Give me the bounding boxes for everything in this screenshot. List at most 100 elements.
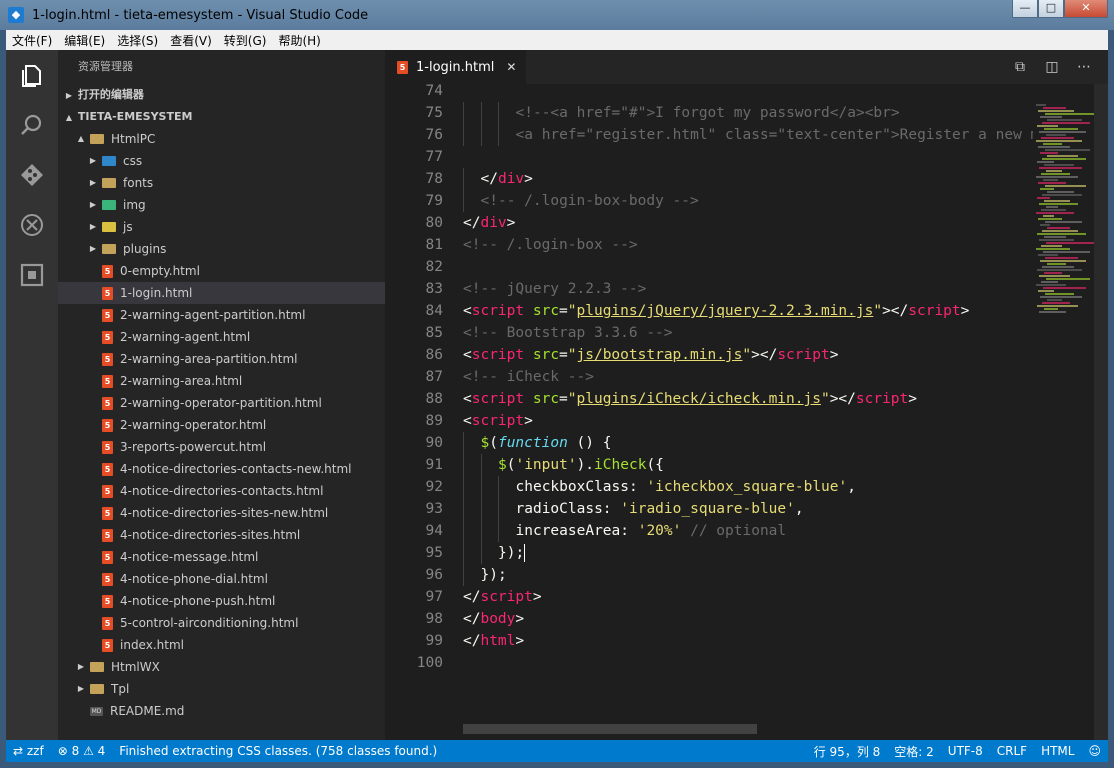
folder-item[interactable]: ▶ fonts	[58, 172, 385, 194]
code-token: body	[480, 611, 516, 627]
menu-selection[interactable]: 选择(S)	[111, 32, 164, 49]
minimap-line	[1043, 287, 1086, 289]
tree-item-label: 4-notice-phone-dial.html	[120, 572, 268, 586]
file-item[interactable]: 5 4-notice-directories-contacts.html	[58, 480, 385, 502]
indentation-item[interactable]: 空格: 2	[887, 743, 941, 760]
eol-item[interactable]: CRLF	[990, 744, 1034, 758]
extensions-icon[interactable]	[6, 250, 58, 300]
code-editor[interactable]: 74 75 <!--<a href="#">I forgot my password…	[385, 84, 1033, 740]
code-token: js/bootstrap.min.js	[576, 347, 743, 363]
folder-item[interactable]: ▶ Tpl	[58, 678, 385, 700]
chevron-right-icon: ▶	[89, 178, 97, 187]
minimap-line	[1037, 125, 1058, 127]
menu-help[interactable]: 帮助(H)	[272, 32, 326, 49]
code-line: 91 $('input').iCheck({	[385, 454, 1033, 476]
indent-guide	[480, 542, 482, 564]
folder-item[interactable]: ▶ plugins	[58, 238, 385, 260]
code-token: "	[567, 347, 577, 363]
file-item[interactable]: 5 4-notice-directories-sites.html	[58, 524, 385, 546]
minimap-line	[1044, 164, 1074, 166]
cursor-position[interactable]: 行 95，列 8	[807, 743, 888, 760]
code-text: <!-- iCheck -->	[463, 366, 594, 388]
file-item[interactable]: 5 4-notice-phone-dial.html	[58, 568, 385, 590]
split-editor-icon[interactable]: ◫	[1036, 59, 1068, 75]
file-item[interactable]: 5 4-notice-message.html	[58, 546, 385, 568]
code-token: =	[559, 303, 568, 319]
horizontal-scrollbar[interactable]	[463, 724, 757, 734]
code-line: 78 </div>	[385, 168, 1033, 190]
code-token: <!-- /.login-box-body -->	[480, 193, 699, 209]
file-item[interactable]: 5 2-warning-operator-partition.html	[58, 392, 385, 414]
code-text: $(function () {	[481, 432, 612, 454]
code-token: >	[524, 171, 533, 187]
open-changes-icon[interactable]: ⧉	[1004, 59, 1036, 75]
file-item[interactable]: 5 4-notice-phone-push.html	[58, 590, 385, 612]
git-branch-item[interactable]: ⇄ zzf	[6, 744, 51, 758]
html5-icon: 5	[102, 462, 113, 476]
folder-item[interactable]: ▲ HtmlPC	[58, 128, 385, 150]
file-tree: ▲ HtmlPC ▶ css ▶ fonts ▶ img ▶ js ▶ plugins 5 0-empty…	[58, 128, 385, 722]
file-item[interactable]: MD README.md	[58, 700, 385, 722]
menu-view[interactable]: 查看(V)	[164, 32, 218, 49]
folder-item[interactable]: ▶ js	[58, 216, 385, 238]
code-token: "	[873, 303, 883, 319]
code-text: <script src="plugins/jQuery/jquery-2.2.3…	[463, 300, 969, 322]
code-token: <!--<a href="#">I forgot my password</a>…	[515, 105, 900, 121]
more-actions-icon[interactable]: ⋯	[1068, 59, 1100, 75]
folder-icon	[90, 134, 104, 144]
line-number: 89	[425, 413, 443, 429]
minimap-line	[1039, 167, 1082, 169]
file-item[interactable]: 5 4-notice-directories-sites-new.html	[58, 502, 385, 524]
search-icon[interactable]	[6, 100, 58, 150]
close-tab-icon[interactable]: ✕	[506, 60, 516, 74]
code-text: <a href="register.html" class="text-cent…	[516, 124, 1034, 146]
file-item[interactable]: 5 1-login.html	[58, 282, 385, 304]
menu-go[interactable]: 转到(G)	[218, 32, 273, 49]
vertical-scrollbar[interactable]	[1094, 84, 1108, 740]
file-item[interactable]: 5 index.html	[58, 634, 385, 656]
chevron-right-icon: ▶	[65, 91, 73, 100]
file-item[interactable]: 5 4-notice-directories-contacts-new.html	[58, 458, 385, 480]
maximize-button[interactable]: □	[1038, 0, 1064, 18]
file-item[interactable]: 5 2-warning-operator.html	[58, 414, 385, 436]
html5-icon: 5	[102, 396, 113, 410]
language-mode-item[interactable]: HTML	[1034, 744, 1081, 758]
menu-edit[interactable]: 编辑(E)	[58, 32, 111, 49]
file-item[interactable]: 5 5-control-airconditioning.html	[58, 612, 385, 634]
tab-1-login-html[interactable]: 5 1-login.html ✕	[385, 50, 527, 84]
minimize-button[interactable]: —	[1012, 0, 1038, 18]
folder-item[interactable]: ▶ img	[58, 194, 385, 216]
menu-file[interactable]: 文件(F)	[6, 32, 58, 49]
file-item[interactable]: 5 3-reports-powercut.html	[58, 436, 385, 458]
code-token: div	[497, 171, 525, 187]
close-window-button[interactable]: ✕	[1064, 0, 1108, 18]
code-token: (	[489, 435, 498, 451]
minimap-line	[1044, 272, 1062, 274]
file-item[interactable]: 5 0-empty.html	[58, 260, 385, 282]
indent-guide	[463, 564, 464, 586]
file-item[interactable]: 5 2-warning-area.html	[58, 370, 385, 392]
problems-item[interactable]: ⊗ 8 ⚠ 4	[51, 744, 113, 758]
explorer-icon[interactable]	[6, 50, 58, 100]
indent-guide	[463, 476, 464, 498]
file-item[interactable]: 5 2-warning-area-partition.html	[58, 348, 385, 370]
minimap-line	[1046, 134, 1066, 136]
encoding-item[interactable]: UTF-8	[941, 744, 990, 758]
git-icon[interactable]	[6, 150, 58, 200]
html5-icon: 5	[102, 528, 113, 542]
debug-icon[interactable]	[6, 200, 58, 250]
folder-icon	[90, 662, 104, 672]
line-number: 91	[425, 457, 443, 473]
file-item[interactable]: 5 2-warning-agent-partition.html	[58, 304, 385, 326]
html5-icon: 5	[102, 572, 113, 586]
file-item[interactable]: 5 2-warning-agent.html	[58, 326, 385, 348]
tree-item-label: 4-notice-directories-sites-new.html	[120, 506, 329, 520]
indent-guide	[463, 124, 464, 146]
chevron-down-icon: ▲	[65, 113, 73, 122]
code-token: ></	[882, 303, 909, 319]
open-editors-section[interactable]: ▶ 打开的编辑器	[58, 84, 385, 106]
project-section[interactable]: ▲ TIETA-EMESYSTEM	[58, 106, 385, 128]
feedback-icon[interactable]: ☺	[1081, 744, 1108, 758]
folder-item[interactable]: ▶ HtmlWX	[58, 656, 385, 678]
folder-item[interactable]: ▶ css	[58, 150, 385, 172]
